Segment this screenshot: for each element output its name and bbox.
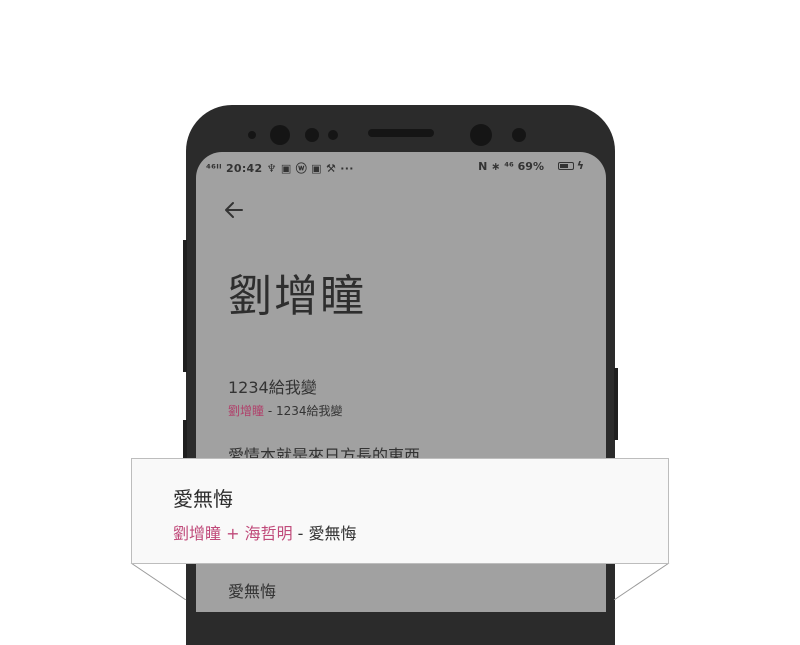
- callout-subtitle: 劉增瞳 + 海哲明 - 愛無悔: [173, 524, 357, 543]
- artist-title: 劉增瞳: [228, 271, 366, 322]
- list-item[interactable]: 愛無悔: [228, 578, 276, 602]
- arrow-left-icon[interactable]: [222, 198, 246, 222]
- charging-icon: ϟ: [576, 159, 584, 172]
- status-bar: ⁴⁶ᴵˡ 20:42 ♆ ▣ ⓦ ▣ ⚒ ··· N ∗ ⁴⁶ 69% ϟ: [196, 152, 606, 180]
- song-title: 愛無悔: [228, 582, 277, 601]
- song-subtitle: 劉增瞳 - 1234給我變: [228, 404, 343, 418]
- status-left: ⁴⁶ᴵˡ 20:42 ♆ ▣ ⓦ ▣ ⚒ ···: [206, 162, 354, 175]
- sensor-dot: [305, 128, 319, 142]
- callout-title: 愛無悔: [173, 487, 233, 511]
- battery-icon: [558, 162, 574, 170]
- list-item[interactable]: 1234給我變 劉增瞳 - 1234給我變: [228, 374, 343, 419]
- sensor-dot: [512, 128, 526, 142]
- iris-camera: [470, 124, 492, 146]
- earpiece-speaker: [368, 129, 434, 137]
- artist-link[interactable]: 劉增瞳 + 海哲明: [173, 524, 293, 543]
- song-callout-card[interactable]: 愛無悔 劉增瞳 + 海哲明 - 愛無悔: [131, 458, 669, 564]
- sensor-dot: [328, 130, 338, 140]
- artist-link[interactable]: 劉增瞳: [228, 404, 264, 418]
- battery-fill: [560, 164, 568, 168]
- volume-button: [183, 240, 187, 372]
- sensor-dot: [248, 131, 256, 139]
- side-button: [183, 420, 187, 460]
- front-camera: [270, 125, 290, 145]
- status-right: N ∗ ⁴⁶ 69%: [478, 160, 544, 173]
- power-button: [614, 368, 618, 440]
- song-title: 1234給我變: [228, 378, 317, 397]
